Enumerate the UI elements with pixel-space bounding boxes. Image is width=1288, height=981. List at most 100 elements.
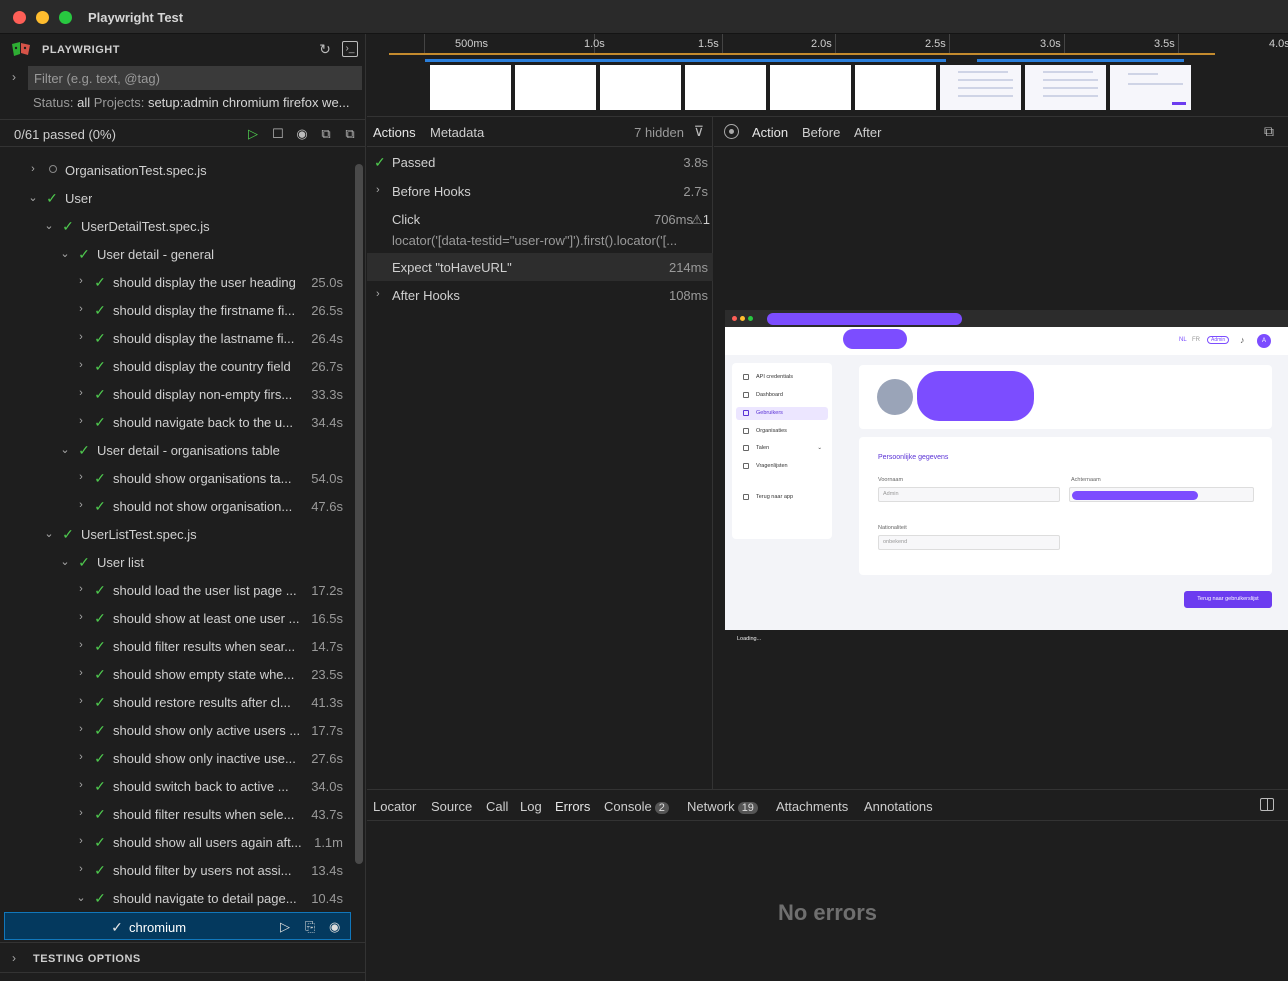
- tab-after[interactable]: After: [854, 125, 881, 140]
- tab-console[interactable]: Console 2: [604, 799, 669, 814]
- filter-icon[interactable]: ⊽: [694, 123, 704, 140]
- action-item-click[interactable]: Click 706ms ⚠1: [367, 205, 713, 233]
- tree-item-project-selected[interactable]: ✓ chromium ▷ ⎘ ◉: [4, 912, 351, 940]
- chevron-right-icon[interactable]: ›: [75, 639, 87, 651]
- chevron-right-icon[interactable]: ›: [75, 583, 87, 595]
- chevron-right-icon[interactable]: ›: [12, 951, 16, 965]
- stop-icon[interactable]: ☐: [270, 126, 286, 142]
- action-item-expect[interactable]: Expect "toHaveURL" 214ms: [367, 253, 713, 281]
- tab-action[interactable]: Action: [752, 125, 788, 140]
- filmstrip-frame[interactable]: [1025, 65, 1106, 110]
- tab-attachments[interactable]: Attachments: [776, 799, 848, 814]
- expand-all-icon[interactable]: ⧉: [342, 126, 358, 142]
- chevron-down-icon[interactable]: ⌄: [75, 891, 87, 904]
- chevron-right-icon[interactable]: ›: [75, 751, 87, 763]
- toggle-layout-icon[interactable]: [1260, 798, 1274, 811]
- tab-locator[interactable]: Locator: [373, 799, 416, 814]
- chevron-right-icon[interactable]: ›: [75, 275, 87, 287]
- close-window-button[interactable]: [13, 11, 26, 24]
- hidden-actions-count[interactable]: 7 hidden: [634, 125, 684, 140]
- tree-item-file[interactable]: ⌄ ✓ UserListTest.spec.js: [0, 520, 352, 548]
- filmstrip-frame[interactable]: [600, 65, 681, 110]
- tree-item-describe[interactable]: ⌄ ✓ User detail - general: [0, 240, 352, 268]
- chevron-down-icon[interactable]: ⌄: [27, 191, 39, 204]
- tree-item-test[interactable]: › ✓ should display non-empty firs... 33.…: [0, 380, 352, 408]
- tree-item-folder[interactable]: ⌄ ✓ User: [0, 184, 352, 212]
- chevron-down-icon[interactable]: ⌄: [43, 219, 55, 232]
- chevron-right-icon[interactable]: ›: [75, 807, 87, 819]
- filmstrip-frame[interactable]: [855, 65, 936, 110]
- action-item-before-hooks[interactable]: › Before Hooks 2.7s: [367, 177, 713, 205]
- chevron-right-icon[interactable]: ›: [75, 779, 87, 791]
- tab-network[interactable]: Network 19: [687, 799, 758, 814]
- tree-item-describe[interactable]: ⌄ ✓ User detail - organisations table: [0, 436, 352, 464]
- chevron-right-icon[interactable]: ›: [75, 695, 87, 707]
- chevron-right-icon[interactable]: ›: [75, 611, 87, 623]
- chevron-right-icon[interactable]: ›: [75, 723, 87, 735]
- tree-item-test[interactable]: › ✓ should show empty state whe... 23.5s: [0, 660, 352, 688]
- run-all-icon[interactable]: ▷: [245, 126, 261, 142]
- terminal-icon[interactable]: ›_: [342, 41, 358, 57]
- run-icon[interactable]: ▷: [280, 919, 290, 935]
- tree-item-test[interactable]: › ✓ should show all users again aft... 1…: [0, 828, 352, 856]
- chevron-right-icon[interactable]: ›: [75, 499, 87, 511]
- tab-before[interactable]: Before: [802, 125, 840, 140]
- filmstrip-frame[interactable]: [515, 65, 596, 110]
- chevron-down-icon[interactable]: ⌄: [59, 555, 71, 568]
- chevron-right-icon[interactable]: ›: [75, 387, 87, 399]
- tree-item-file[interactable]: › OrganisationTest.spec.js: [0, 156, 352, 184]
- tree-item-test[interactable]: › ✓ should show only active users ... 17…: [0, 716, 352, 744]
- watch-icon[interactable]: ◉: [294, 126, 310, 142]
- action-item-passed[interactable]: ✓ Passed 3.8s: [367, 148, 713, 176]
- tab-log[interactable]: Log: [520, 799, 542, 814]
- chevron-down-icon[interactable]: ⌄: [59, 247, 71, 260]
- timeline[interactable]: 500ms 1.0s 1.5s 2.0s 2.5s 3.0s 3.5s 4.0s: [367, 34, 1288, 117]
- tree-item-test[interactable]: ⌄ ✓ should navigate to detail page... 10…: [0, 884, 352, 912]
- tree-item-test[interactable]: › ✓ should display the country field 26.…: [0, 352, 352, 380]
- tree-item-test[interactable]: › ✓ should show organisations ta... 54.0…: [0, 464, 352, 492]
- chevron-right-icon[interactable]: ›: [376, 184, 380, 196]
- chevron-down-icon[interactable]: ⌄: [59, 443, 71, 456]
- filmstrip-frame[interactable]: [770, 65, 851, 110]
- tree-item-describe[interactable]: ⌄ ✓ User list: [0, 548, 352, 576]
- tree-item-test[interactable]: › ✓ should display the lastname fi... 26…: [0, 324, 352, 352]
- tree-item-test[interactable]: › ✓ should filter results when sele... 4…: [0, 800, 352, 828]
- status-filter-summary[interactable]: Status: all Projects: setup:admin chromi…: [33, 95, 366, 110]
- filter-input[interactable]: [28, 66, 362, 90]
- tree-item-test[interactable]: › ✓ should display the user heading 25.0…: [0, 268, 352, 296]
- open-external-icon[interactable]: ⧉: [1264, 123, 1274, 140]
- chevron-right-icon[interactable]: ›: [75, 835, 87, 847]
- chevron-right-icon[interactable]: ›: [75, 863, 87, 875]
- tree-item-test[interactable]: › ✓ should load the user list page ... 1…: [0, 576, 352, 604]
- chevron-right-icon[interactable]: ›: [75, 415, 87, 427]
- tree-item-file[interactable]: ⌄ ✓ UserDetailTest.spec.js: [0, 212, 352, 240]
- reload-icon[interactable]: ↻: [317, 41, 333, 57]
- chevron-right-icon[interactable]: ›: [376, 288, 380, 300]
- tab-call[interactable]: Call: [486, 799, 508, 814]
- tab-errors[interactable]: Errors: [555, 799, 590, 814]
- tree-item-test[interactable]: › ✓ should filter by users not assi... 1…: [0, 856, 352, 884]
- chevron-right-icon[interactable]: ›: [27, 163, 39, 175]
- open-source-icon[interactable]: ⎘: [305, 919, 315, 935]
- collapse-all-icon[interactable]: ⧉: [318, 126, 334, 142]
- filmstrip-frame[interactable]: [940, 65, 1021, 110]
- snapshot-browser[interactable]: NL FR Admin ♪ A API credentials Dashboar…: [725, 310, 1288, 648]
- tree-scrollbar[interactable]: [355, 164, 363, 864]
- tree-item-test[interactable]: › ✓ should switch back to active ... 34.…: [0, 772, 352, 800]
- tree-item-test[interactable]: › ✓ should show at least one user ... 16…: [0, 604, 352, 632]
- chevron-right-icon[interactable]: ›: [75, 331, 87, 343]
- chevron-right-icon[interactable]: ›: [75, 359, 87, 371]
- tab-source[interactable]: Source: [431, 799, 472, 814]
- tab-metadata[interactable]: Metadata: [430, 125, 484, 140]
- minimize-window-button[interactable]: [36, 11, 49, 24]
- tree-item-test[interactable]: › ✓ should restore results after cl... 4…: [0, 688, 352, 716]
- chevron-right-icon[interactable]: ›: [75, 303, 87, 315]
- action-item-after-hooks[interactable]: › After Hooks 108ms: [367, 281, 713, 309]
- chevron-down-icon[interactable]: ⌄: [43, 527, 55, 540]
- tree-item-test[interactable]: › ✓ should show only inactive use... 27.…: [0, 744, 352, 772]
- tree-item-test[interactable]: › ✓ should filter results when sear... 1…: [0, 632, 352, 660]
- tab-annotations[interactable]: Annotations: [864, 799, 933, 814]
- chevron-right-icon[interactable]: ›: [12, 70, 16, 84]
- tab-actions[interactable]: Actions: [373, 125, 416, 140]
- maximize-window-button[interactable]: [59, 11, 72, 24]
